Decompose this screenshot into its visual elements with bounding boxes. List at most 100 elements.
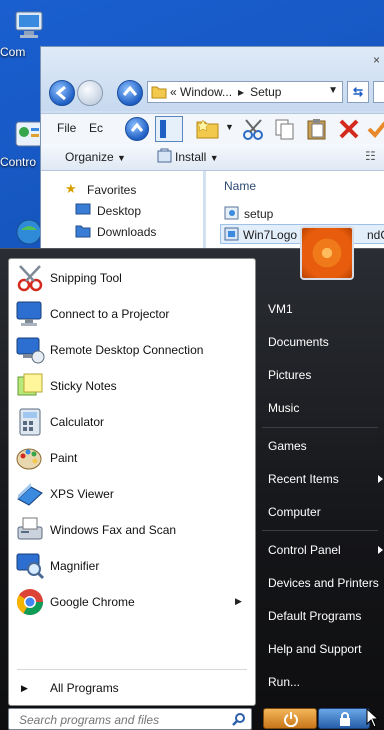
toolbar-up-icon[interactable] <box>125 117 149 141</box>
program-remote-desktop[interactable]: Remote Desktop Connection <box>9 333 255 367</box>
cut-scissors-icon[interactable] <box>241 117 267 141</box>
address-segment[interactable]: Setup <box>250 85 281 99</box>
paste-icon[interactable] <box>305 117 329 141</box>
address-chevrons: « <box>170 85 181 99</box>
xps-viewer-icon <box>17 483 43 506</box>
view-pane-icon[interactable] <box>155 116 183 142</box>
close-icon[interactable]: × <box>373 53 384 71</box>
arrow-up-icon <box>122 85 138 96</box>
back-button[interactable] <box>49 80 75 106</box>
computer-icon <box>15 11 43 38</box>
checkmark-icon[interactable] <box>367 117 384 141</box>
refresh-icon[interactable]: ⇆ <box>347 81 369 103</box>
desktop-folder-icon <box>75 203 91 215</box>
explorer-menu-toolbar: File Ec ▼ <box>41 113 384 145</box>
menu-edit[interactable]: Ec <box>89 121 103 135</box>
program-label: Google Chrome <box>50 595 135 609</box>
folder-icon <box>151 86 167 99</box>
search-box-edge[interactable] <box>373 81 384 103</box>
submenu-arrow-icon[interactable] <box>378 546 383 554</box>
remote-desktop-icon <box>16 337 45 364</box>
start-right-recent-items[interactable]: Recent Items <box>268 472 339 486</box>
right-separator <box>262 530 378 531</box>
program-snipping-tool[interactable]: Snipping Tool <box>9 261 255 295</box>
arrow-right-icon: ▶ <box>21 683 28 693</box>
forward-button[interactable] <box>77 80 103 106</box>
install-button[interactable]: Install ▼ <box>175 150 219 164</box>
address-separator: ▸ <box>238 85 245 99</box>
downloads-folder-icon <box>75 225 91 238</box>
command-bar: Organize ▼ Install ▼ ☷ <box>41 144 384 171</box>
start-right-control-panel[interactable]: Control Panel <box>268 543 341 557</box>
search-input[interactable] <box>17 710 231 730</box>
start-right-devices-printers[interactable]: Devices and Printers <box>268 576 379 590</box>
organize-label: Organize <box>65 150 114 164</box>
desktop-icon-computer[interactable]: Com <box>0 8 44 59</box>
program-label: XPS Viewer <box>50 487 114 501</box>
program-google-chrome[interactable]: Google Chrome ▶ <box>9 585 255 619</box>
desktop-icon-control-panel[interactable]: Contro <box>0 118 44 169</box>
program-connect-projector[interactable]: Connect to a Projector <box>9 297 255 331</box>
lock-button[interactable] <box>318 708 370 729</box>
mouse-cursor-icon <box>366 708 380 728</box>
organize-button[interactable]: Organize ▼ <box>65 150 126 164</box>
file-name: Win7Logo <box>243 228 298 242</box>
program-fax-scan[interactable]: Windows Fax and Scan <box>9 513 255 547</box>
star-icon: ★ <box>65 181 77 196</box>
paint-palette-icon <box>16 448 42 470</box>
start-right-help-support[interactable]: Help and Support <box>268 642 361 656</box>
folder-star-icon[interactable] <box>195 117 221 141</box>
right-separator <box>262 427 378 428</box>
file-name-tail: ndCh <box>367 228 384 242</box>
program-xps-viewer[interactable]: XPS Viewer <box>9 477 255 511</box>
submenu-arrow-icon[interactable] <box>378 475 383 483</box>
chevron-down-icon[interactable]: ▼ <box>328 85 338 96</box>
file-item[interactable]: setup <box>244 207 273 221</box>
desktop-icon-label: Contro <box>0 155 37 169</box>
scissors-icon <box>17 265 43 292</box>
setup-file-icon <box>224 206 239 220</box>
address-segment[interactable]: Window... <box>180 85 232 99</box>
column-header-name[interactable]: Name <box>224 179 256 193</box>
program-sticky-notes[interactable]: Sticky Notes <box>9 369 255 403</box>
address-bar[interactable]: « Window... ▸ Setup ▼ <box>147 81 343 103</box>
copy-icon[interactable] <box>273 117 297 141</box>
view-options-icon[interactable]: ☷ <box>365 149 376 163</box>
program-label: Sticky Notes <box>50 379 117 393</box>
program-label: Connect to a Projector <box>50 307 170 321</box>
programs-list: Snipping Tool Connect to a Projector Rem… <box>8 258 256 706</box>
start-search-box[interactable] <box>8 708 252 730</box>
shutdown-button[interactable] <box>263 708 317 729</box>
user-avatar[interactable] <box>300 226 354 280</box>
up-button[interactable] <box>117 80 143 106</box>
program-calculator[interactable]: Calculator <box>9 405 255 439</box>
program-label: Calculator <box>50 415 105 429</box>
start-right-run[interactable]: Run... <box>268 675 300 689</box>
sticky-notes-icon <box>17 373 43 396</box>
start-right-documents[interactable]: Documents <box>268 335 329 349</box>
submenu-arrow-icon[interactable]: ▶ <box>235 596 242 607</box>
menu-file[interactable]: File <box>57 121 76 135</box>
search-icon[interactable] <box>232 712 246 726</box>
nav-desktop[interactable]: Desktop <box>97 204 141 218</box>
start-right-music[interactable]: Music <box>268 401 299 415</box>
start-right-user[interactable]: VM1 <box>268 302 293 316</box>
program-paint[interactable]: Paint <box>9 441 255 475</box>
chrome-icon <box>16 589 44 616</box>
explorer-title-bar: « Window... ▸ Setup ▼ ⇆ × <box>41 47 384 111</box>
nav-downloads[interactable]: Downloads <box>97 225 156 239</box>
projector-icon <box>16 301 42 326</box>
start-right-games[interactable]: Games <box>268 439 307 453</box>
start-right-default-programs[interactable]: Default Programs <box>268 609 361 623</box>
chevron-down-icon[interactable]: ▼ <box>225 122 234 132</box>
desktop-icon-label: Com <box>0 45 26 59</box>
desktop-icon-network[interactable] <box>0 212 44 249</box>
nav-favorites[interactable]: Favorites <box>87 183 136 197</box>
start-right-computer[interactable]: Computer <box>268 505 321 519</box>
all-programs-button[interactable]: ▶ All Programs <box>9 671 255 705</box>
delete-icon[interactable] <box>337 117 361 141</box>
program-label: Magnifier <box>50 559 100 573</box>
program-label: Remote Desktop Connection <box>50 343 204 357</box>
program-magnifier[interactable]: Magnifier <box>9 549 255 583</box>
start-right-pictures[interactable]: Pictures <box>268 368 311 382</box>
